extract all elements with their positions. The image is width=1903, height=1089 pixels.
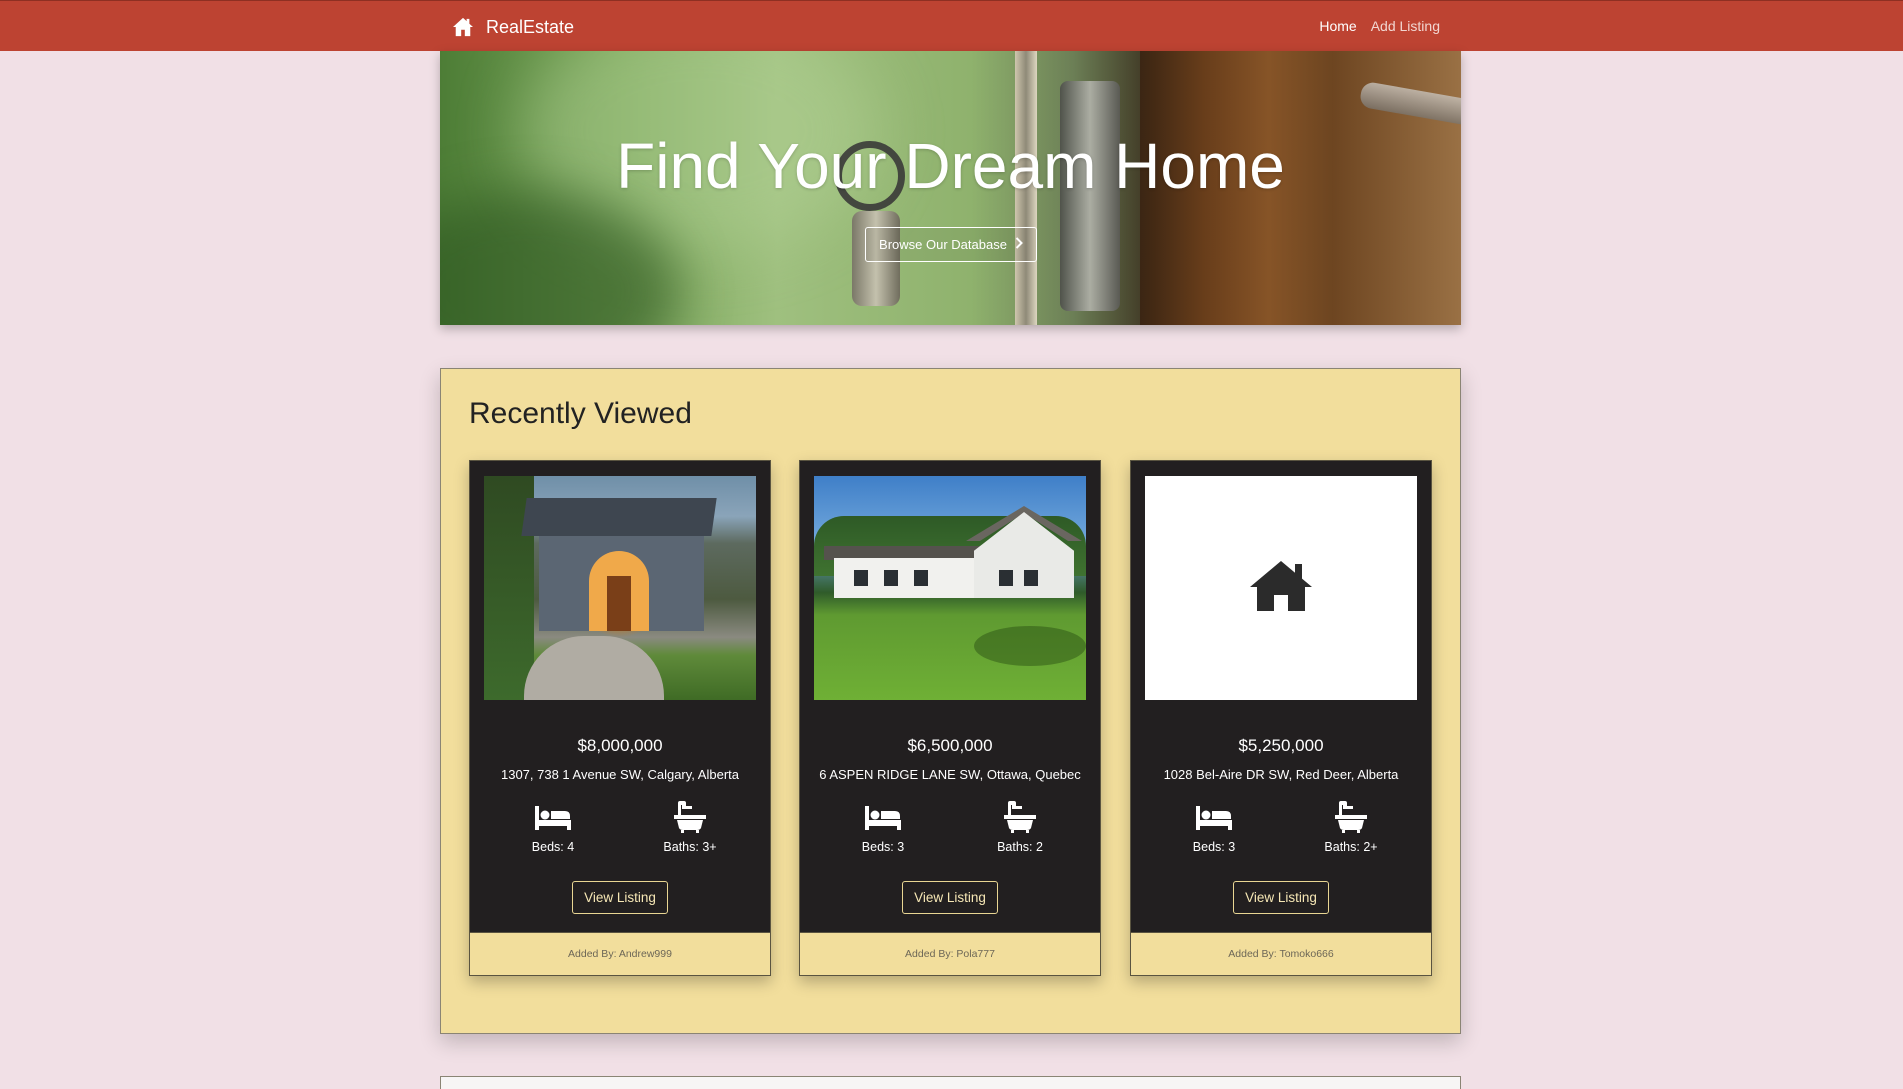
browse-database-button[interactable]: Browse Our Database: [865, 227, 1037, 262]
nav-home-link[interactable]: Home: [1319, 18, 1356, 34]
listing-card: $8,000,000 1307, 738 1 Avenue SW, Calgar…: [469, 460, 771, 976]
baths-label: Baths: 3+: [663, 840, 717, 854]
listing-card: $6,500,000 6 ASPEN RIDGE LANE SW, Ottawa…: [799, 460, 1101, 976]
beds-label: Beds: 3: [861, 840, 905, 854]
view-listing-button[interactable]: View Listing: [1233, 881, 1329, 914]
listing-address: 6 ASPEN RIDGE LANE SW, Ottawa, Quebec: [819, 767, 1081, 782]
chevron-right-icon: [1015, 237, 1023, 252]
baths-feature: Baths: 2+: [1306, 801, 1396, 854]
view-listing-button[interactable]: View Listing: [572, 881, 668, 914]
hero-title: Find Your Dream Home: [616, 130, 1285, 202]
beds-label: Beds: 3: [1192, 840, 1236, 854]
next-section-panel: [440, 1076, 1461, 1089]
browse-database-label: Browse Our Database: [879, 237, 1007, 252]
hero-banner: Find Your Dream Home Browse Our Database: [440, 51, 1461, 325]
listing-address: 1307, 738 1 Avenue SW, Calgary, Alberta: [500, 767, 739, 782]
added-by-text: Added By: Andrew999: [470, 932, 770, 975]
beds-label: Beds: 4: [531, 840, 575, 854]
listing-price: $6,500,000: [907, 736, 993, 755]
brand-text: RealEstate: [486, 16, 575, 37]
listing-price: $5,250,000: [1238, 736, 1324, 755]
beds-feature: Beds: 4: [508, 801, 598, 854]
brand-link[interactable]: RealEstate: [452, 15, 574, 39]
listing-card: $5,250,000 1028 Bel-Aire DR SW, Red Deer…: [1130, 460, 1432, 976]
nav-add-listing-link[interactable]: Add Listing: [1371, 18, 1440, 34]
navbar: RealEstate Home Add Listing: [0, 0, 1903, 51]
bath-icon: [645, 801, 735, 833]
added-by-text: Added By: Tomoko666: [1131, 932, 1431, 975]
bath-icon: [975, 801, 1065, 833]
bath-icon: [1306, 801, 1396, 833]
bed-icon: [838, 801, 928, 833]
beds-feature: Beds: 3: [838, 801, 928, 854]
baths-label: Baths: 2: [997, 840, 1043, 854]
listing-address: 1028 Bel-Aire DR SW, Red Deer, Alberta: [1163, 767, 1399, 782]
bed-icon: [1169, 801, 1259, 833]
home-icon: [452, 17, 474, 37]
baths-feature: Baths: 3+: [645, 801, 735, 854]
beds-feature: Beds: 3: [1169, 801, 1259, 854]
added-by-text: Added By: Pola777: [800, 932, 1100, 975]
recently-viewed-title: Recently Viewed: [469, 397, 692, 430]
bed-icon: [508, 801, 598, 833]
recently-viewed-panel: Recently Viewed $8,000,000 1307, 738 1 A…: [440, 368, 1461, 1034]
listing-image[interactable]: [814, 476, 1086, 700]
baths-label: Baths: 2+: [1324, 840, 1378, 854]
baths-feature: Baths: 2: [975, 801, 1065, 854]
listing-image[interactable]: [484, 476, 756, 700]
view-listing-button[interactable]: View Listing: [902, 881, 998, 914]
nav-links: Home Add Listing: [1319, 18, 1440, 34]
listing-image-placeholder[interactable]: [1145, 476, 1417, 700]
home-icon: [1248, 559, 1314, 618]
listing-price: $8,000,000: [577, 736, 663, 755]
